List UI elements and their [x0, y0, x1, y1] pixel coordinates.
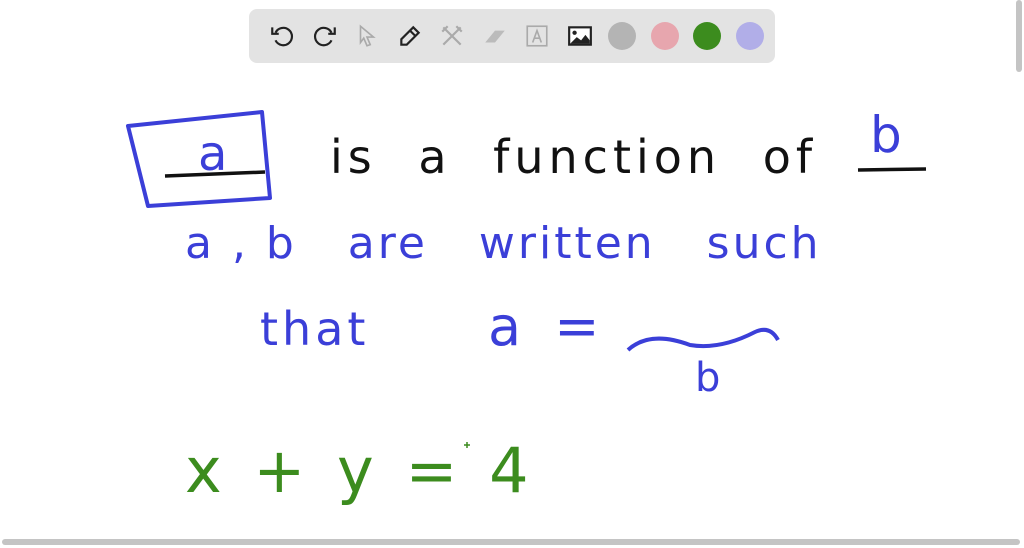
- function-text: is a function of: [330, 130, 818, 184]
- vertical-scrollbar[interactable]: [1016, 0, 1022, 72]
- underline-b: [857, 167, 927, 172]
- a-equals: a =: [488, 295, 608, 358]
- wavy-line: [626, 327, 780, 352]
- b-under-brace: b: [695, 355, 721, 401]
- horizontal-scrollbar[interactable]: [2, 539, 1020, 545]
- equation-x-y: x + y = 4: [185, 434, 535, 507]
- underlined-b: b: [870, 106, 902, 164]
- boxed-a: a: [198, 126, 228, 182]
- that-text: that: [260, 302, 370, 356]
- line-written-such: a , b are written such: [185, 218, 822, 269]
